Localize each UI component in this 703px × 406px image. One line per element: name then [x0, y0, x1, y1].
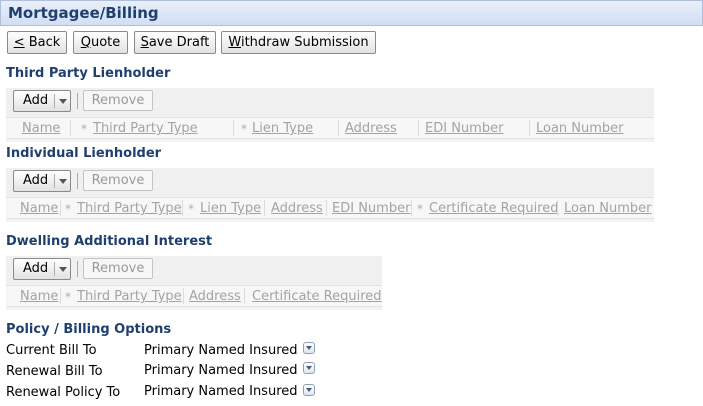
col-divider — [60, 200, 61, 216]
chevron-down-icon — [59, 267, 67, 272]
withdraw-label: ithdraw Submission — [240, 35, 369, 50]
split-divider — [54, 174, 55, 188]
col-edi-number[interactable]: EDI Number — [332, 201, 410, 216]
col-divider — [60, 288, 61, 304]
individual-add-button[interactable]: Add — [13, 170, 71, 192]
col-edi-number[interactable]: EDI Number — [425, 121, 503, 136]
col-address[interactable]: Address — [189, 289, 241, 304]
quote-button[interactable]: Quote — [73, 31, 128, 54]
col-divider — [183, 288, 184, 304]
required-marker: * — [241, 122, 247, 136]
dwelling-additional-interest-title: Dwelling Additional Interest — [6, 234, 213, 249]
split-divider — [54, 94, 55, 108]
col-divider — [418, 120, 419, 136]
quote-mnemonic: Q — [80, 35, 91, 50]
individual-table-header: Name * Third Party Type * Lien Type Addr… — [6, 197, 654, 219]
col-divider — [264, 200, 265, 216]
dwelling-table-header: Name * Third Party Type Address Certific… — [6, 285, 382, 307]
dwelling-additional-interest-panel: Add Remove Name * Third Party Type Addre… — [6, 256, 382, 310]
toolbar-divider — [77, 93, 78, 109]
current-bill-to-value: Primary Named Insured — [144, 343, 298, 358]
back-button[interactable]: < Back — [7, 31, 67, 54]
required-marker: * — [81, 122, 87, 136]
individual-lienholder-panel: Add Remove Name * Third Party Type * Lie… — [6, 168, 654, 222]
save-draft-button[interactable]: Save Draft — [134, 31, 216, 54]
renewal-policy-to-value: Primary Named Insured — [144, 384, 298, 399]
third-party-remove-button[interactable]: Remove — [83, 90, 153, 111]
third-party-table-header: Name * Third Party Type * Lien Type Addr… — [6, 117, 654, 139]
col-third-party-type[interactable]: Third Party Type — [77, 289, 182, 304]
current-bill-to-dropdown-icon[interactable] — [303, 342, 315, 354]
renewal-bill-to-dropdown-icon[interactable] — [303, 362, 315, 374]
col-loan-number[interactable]: Loan Number — [536, 121, 624, 136]
third-party-lienholder-title: Third Party Lienholder — [6, 66, 171, 81]
billing-options-title: Policy / Billing Options — [6, 322, 172, 337]
third-party-lienholder-panel: Add Remove Name * Third Party Type * Lie… — [6, 88, 654, 142]
quote-label: uote — [90, 35, 121, 50]
withdraw-mnemonic: W — [228, 35, 241, 50]
dwelling-add-button[interactable]: Add — [13, 258, 71, 280]
col-lien-type[interactable]: Lien Type — [252, 121, 313, 136]
chevron-down-icon — [59, 179, 67, 184]
add-label: Add — [23, 173, 49, 188]
col-third-party-type[interactable]: Third Party Type — [93, 121, 198, 136]
save-draft-mnemonic: S — [140, 35, 149, 50]
col-name[interactable]: Name — [22, 121, 60, 136]
col-lien-type[interactable]: Lien Type — [200, 201, 261, 216]
col-divider — [70, 120, 71, 136]
individual-lienholder-title: Individual Lienholder — [6, 146, 162, 161]
page-title-bar: Mortgagee/Billing — [0, 0, 703, 26]
renewal-policy-to-label: Renewal Policy To — [6, 385, 121, 400]
col-divider — [182, 200, 183, 216]
save-draft-label: ave Draft — [148, 35, 210, 50]
back-mnemonic: < — [13, 35, 25, 50]
col-divider — [326, 200, 327, 216]
col-name[interactable]: Name — [20, 201, 58, 216]
col-divider — [529, 120, 530, 136]
toolbar-divider — [77, 173, 78, 189]
renewal-bill-to-value: Primary Named Insured — [144, 363, 298, 378]
col-certificate-required[interactable]: Certificate Required — [429, 201, 559, 216]
col-third-party-type[interactable]: Third Party Type — [77, 201, 182, 216]
required-marker: * — [188, 202, 194, 216]
page-title: Mortgagee/Billing — [8, 4, 159, 22]
required-marker: * — [65, 290, 71, 304]
toolbar-divider — [77, 261, 78, 277]
individual-remove-button[interactable]: Remove — [83, 170, 153, 191]
third-party-add-button[interactable]: Add — [13, 90, 71, 112]
col-divider — [244, 288, 245, 304]
col-divider — [233, 120, 234, 136]
col-name[interactable]: Name — [20, 289, 58, 304]
chevron-down-icon — [59, 99, 67, 104]
dwelling-remove-button[interactable]: Remove — [83, 258, 153, 279]
required-marker: * — [65, 202, 71, 216]
required-marker: * — [417, 202, 423, 216]
add-label: Add — [23, 93, 49, 108]
withdraw-submission-button[interactable]: Withdraw Submission — [221, 31, 376, 54]
col-address[interactable]: Address — [345, 121, 397, 136]
current-bill-to-label: Current Bill To — [6, 343, 97, 358]
renewal-bill-to-label: Renewal Bill To — [6, 364, 103, 379]
split-divider — [54, 262, 55, 276]
col-address[interactable]: Address — [271, 201, 323, 216]
col-divider — [338, 120, 339, 136]
col-divider — [557, 200, 558, 216]
col-certificate-required[interactable]: Certificate Required — [252, 289, 382, 304]
col-divider — [411, 200, 412, 216]
add-label: Add — [23, 261, 49, 276]
back-label: Back — [24, 35, 61, 50]
col-loan-number[interactable]: Loan Number — [564, 201, 652, 216]
renewal-policy-to-dropdown-icon[interactable] — [303, 384, 315, 396]
